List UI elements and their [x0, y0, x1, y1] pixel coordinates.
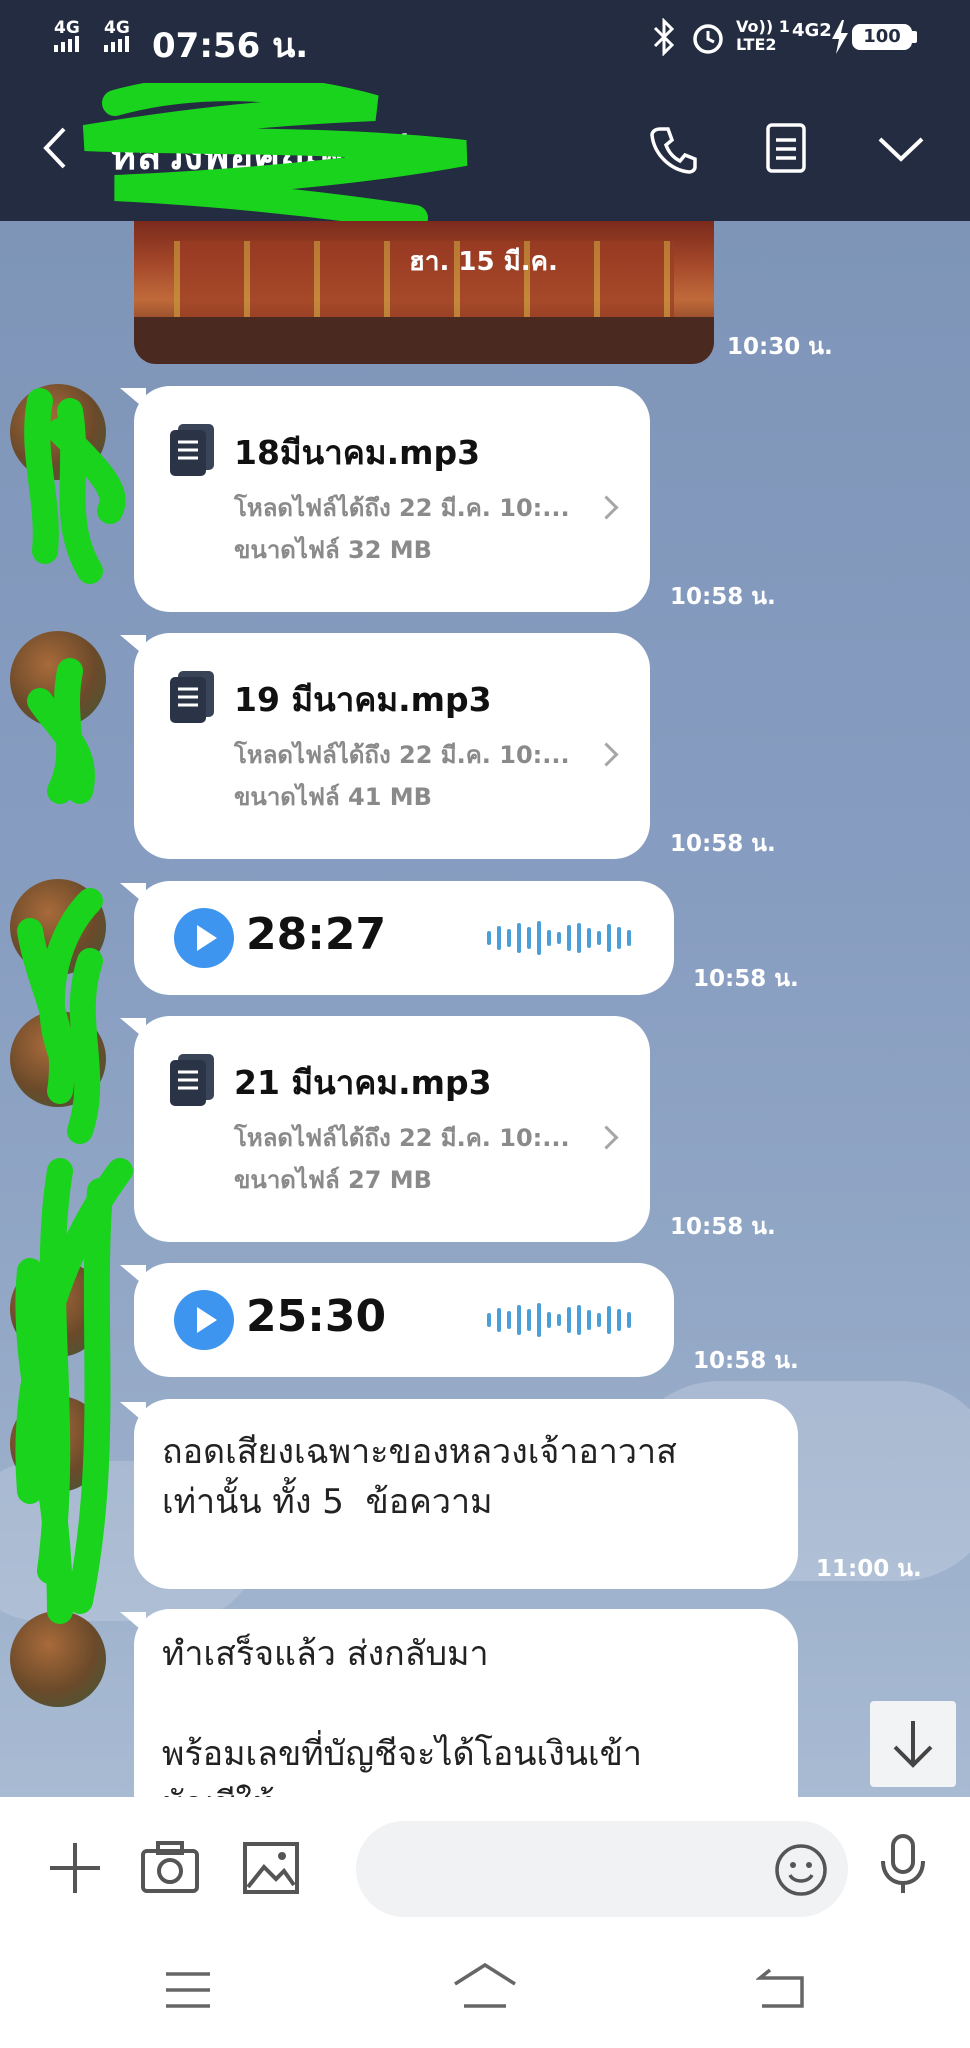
- bluetooth-icon: [652, 17, 676, 60]
- home-icon[interactable]: [452, 1962, 518, 2014]
- message-text: ถอดเสียงเฉพาะของหลวงเจ้าอาวาส เท่านั้น ท…: [162, 1432, 677, 1522]
- file-message[interactable]: 18มีนาคม.mp3 โหลดไฟล์ได้ถึง 22 มี.ค. 10:…: [134, 386, 650, 612]
- microphone-icon[interactable]: [878, 1833, 928, 1899]
- voice-duration: 28:27: [246, 909, 387, 960]
- message-time: 10:30 น.: [727, 334, 833, 360]
- scroll-down-button[interactable]: [870, 1701, 956, 1787]
- chevron-down-icon[interactable]: [876, 131, 926, 167]
- notes-icon[interactable]: [764, 121, 808, 175]
- signal-bars-icon: [54, 36, 94, 52]
- document-icon: [170, 424, 214, 476]
- signal-bars-icon: [104, 36, 144, 52]
- image-floor: [134, 317, 714, 364]
- file-name: 19 มีนาคม.mp3: [234, 680, 492, 719]
- message-time: 10:58 น.: [670, 1214, 776, 1240]
- file-expiry: โหลดไฟล์ได้ถึง 22 มี.ค. 10:...: [234, 1124, 570, 1152]
- message-time: 10:58 น.: [693, 966, 799, 992]
- camera-icon[interactable]: [140, 1839, 200, 1899]
- message-time: 11:00 น.: [816, 1556, 922, 1582]
- network-label: 4G2: [792, 20, 832, 41]
- waveform-icon: [487, 918, 631, 958]
- redaction-scribble: [15, 388, 133, 1624]
- shared-image[interactable]: ฮา. 15 มี.ค.: [134, 221, 714, 364]
- charging-icon: [830, 20, 850, 58]
- phone-icon[interactable]: [648, 123, 700, 175]
- status-bar: 4G 4G 07:56 น. Vo)) 1 LTE2 4G2 100: [0, 0, 970, 75]
- message-time: 10:58 น.: [670, 584, 776, 610]
- alarm-icon: [690, 20, 726, 60]
- arrow-down-icon: [891, 1717, 935, 1775]
- redaction-scribble: [55, 75, 475, 231]
- file-message[interactable]: 21 มีนาคม.mp3 โหลดไฟล์ได้ถึง 22 มี.ค. 10…: [134, 1016, 650, 1242]
- message-time: 10:58 น.: [670, 831, 776, 857]
- play-icon[interactable]: [174, 908, 234, 968]
- menu-icon[interactable]: [164, 1970, 212, 2014]
- chevron-right-icon: [594, 495, 619, 520]
- document-icon: [170, 671, 214, 723]
- message-text: ทำเสร็จแล้ว ส่งกลับมา พร้อมเลขที่บัญชีจะ…: [162, 1634, 642, 1797]
- battery-indicator: 100: [852, 24, 912, 50]
- chat-area[interactable]: ฮา. 15 มี.ค. 10:30 น. 18มีนาคม.mp3 โหลดไ…: [0, 221, 970, 1797]
- waveform-icon: [487, 1300, 631, 1340]
- voice-message[interactable]: 28:27: [134, 881, 674, 995]
- system-nav-bar: [0, 1932, 970, 2048]
- status-time: 07:56 น.: [152, 26, 309, 66]
- file-name: 18มีนาคม.mp3: [234, 433, 481, 472]
- emoji-icon[interactable]: [774, 1843, 828, 1901]
- file-expiry: โหลดไฟล์ได้ถึง 22 มี.ค. 10:...: [234, 741, 570, 769]
- file-message[interactable]: 19 มีนาคม.mp3 โหลดไฟล์ได้ถึง 22 มี.ค. 10…: [134, 633, 650, 859]
- file-size: ขนาดไฟล์ 41 MB: [234, 783, 432, 811]
- message-input[interactable]: [356, 1821, 848, 1917]
- message-input-bar: [0, 1797, 970, 1932]
- file-size: ขนาดไฟล์ 27 MB: [234, 1166, 432, 1194]
- signal-label-2: 4G: [104, 18, 130, 38]
- back-nav-icon[interactable]: [755, 1966, 806, 2014]
- image-icon[interactable]: [242, 1841, 300, 1899]
- chat-header: หลวงพ่อคุณพัฒน์: [0, 75, 970, 231]
- signal-label-1: 4G: [54, 18, 80, 38]
- image-caption: ฮา. 15 มี.ค.: [409, 247, 558, 277]
- file-size: ขนาดไฟล์ 32 MB: [234, 536, 432, 564]
- voice-message[interactable]: 25:30: [134, 1263, 674, 1377]
- text-message[interactable]: ทำเสร็จแล้ว ส่งกลับมา พร้อมเลขที่บัญชีจะ…: [134, 1609, 798, 1797]
- play-icon[interactable]: [174, 1290, 234, 1350]
- battery-tip: [912, 31, 917, 43]
- document-icon: [170, 1054, 214, 1106]
- chevron-right-icon: [594, 742, 619, 767]
- volte-label: Vo)) 1 LTE2: [736, 17, 790, 54]
- file-name: 21 มีนาคม.mp3: [234, 1063, 492, 1102]
- message-time: 10:58 น.: [693, 1348, 799, 1374]
- text-message[interactable]: ถอดเสียงเฉพาะของหลวงเจ้าอาวาส เท่านั้น ท…: [134, 1399, 798, 1589]
- chevron-right-icon: [594, 1125, 619, 1150]
- file-expiry: โหลดไฟล์ได้ถึง 22 มี.ค. 10:...: [234, 494, 570, 522]
- plus-icon[interactable]: [46, 1839, 104, 1901]
- voice-duration: 25:30: [246, 1291, 387, 1342]
